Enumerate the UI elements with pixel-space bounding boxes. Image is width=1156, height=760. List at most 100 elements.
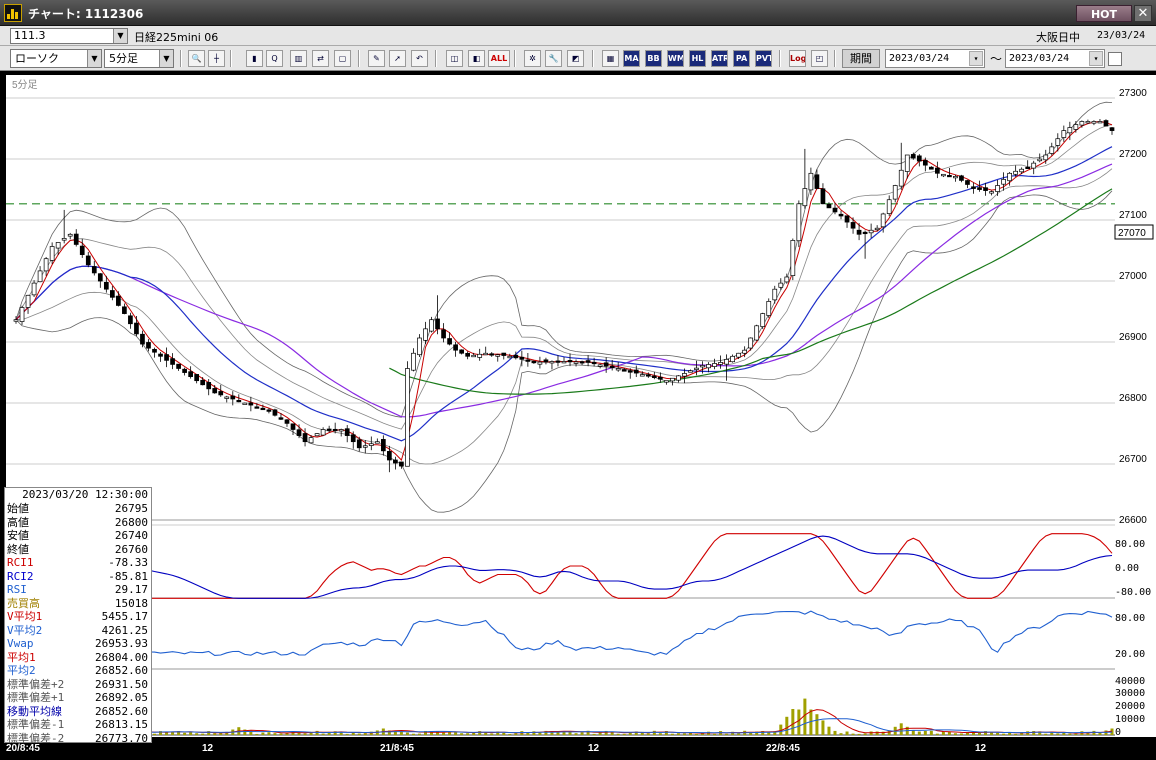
- candle-body: [676, 375, 681, 381]
- crosshair-icon[interactable]: ┼: [208, 50, 225, 67]
- candle-body: [296, 429, 302, 436]
- volume-bar: [357, 733, 361, 735]
- candle-body: [182, 368, 187, 373]
- cursor-icon[interactable]: ➚: [389, 50, 406, 67]
- volume-bar: [303, 733, 307, 735]
- candle-narrow-icon[interactable]: ◫: [446, 50, 463, 67]
- candle-body: [904, 154, 910, 172]
- candle-body: [591, 361, 597, 365]
- timeframe-select[interactable]: 5分足 ▼: [104, 49, 174, 68]
- calendar-dropdown-icon[interactable]: ▾: [1089, 51, 1103, 66]
- undo-icon[interactable]: ↶: [411, 50, 428, 67]
- volume-bar: [1044, 733, 1048, 735]
- chevron-down-icon[interactable]: ▼: [159, 50, 173, 67]
- candle-body: [778, 282, 784, 288]
- candle-body: [1049, 146, 1055, 154]
- volume-bar: [502, 732, 506, 735]
- candle-body: [362, 445, 368, 448]
- date-to-field[interactable]: 2023/03/24 ▾: [1005, 49, 1105, 68]
- candle-body: [947, 174, 952, 178]
- log-button[interactable]: Log: [789, 50, 806, 67]
- volume-bar: [658, 733, 662, 735]
- calendar-dropdown-icon[interactable]: ▾: [969, 51, 983, 66]
- volume-bar: [363, 733, 367, 735]
- chevron-down-icon[interactable]: ▼: [113, 29, 127, 43]
- candle-body: [772, 288, 778, 301]
- range-tilde: ～: [990, 52, 1003, 66]
- candle-body: [19, 307, 25, 322]
- chart-plot-area: [6, 75, 1115, 737]
- volume-bar: [273, 733, 277, 735]
- date-range-checkbox[interactable]: [1108, 52, 1122, 66]
- compare-icon[interactable]: ⇄: [312, 50, 329, 67]
- candle-body: [441, 329, 446, 339]
- info-label: 高値: [7, 515, 29, 529]
- pa-button[interactable]: PA: [733, 50, 750, 67]
- candle-body: [501, 352, 507, 356]
- candle-body: [579, 361, 585, 364]
- window-split-icon[interactable]: ◰: [811, 50, 828, 67]
- candle-body: [254, 406, 260, 409]
- bar-chart-icon[interactable]: ▥: [290, 50, 307, 67]
- close-icon[interactable]: ✕: [1134, 5, 1152, 22]
- candle-body: [639, 374, 645, 377]
- chevron-down-icon[interactable]: ▼: [87, 50, 101, 67]
- candle-body: [1085, 121, 1091, 124]
- candle-body: [682, 373, 687, 377]
- symbol-code-select[interactable]: 111.3 ▼: [10, 28, 128, 44]
- hl-button[interactable]: HL: [689, 50, 706, 67]
- chart-canvas[interactable]: 5分足 27300 27200 27100 27000 26900 26800 …: [0, 71, 1156, 760]
- wrench-icon[interactable]: 🔧: [545, 50, 562, 67]
- candle-body: [543, 359, 549, 363]
- zoom-icon[interactable]: 🔍: [188, 50, 205, 67]
- volume-bar: [411, 733, 415, 735]
- candle-body: [465, 352, 470, 357]
- pencil-icon[interactable]: ✎: [368, 50, 385, 67]
- candle-body: [483, 352, 489, 356]
- search-chart-icon[interactable]: Q: [266, 50, 283, 67]
- volume-bar: [1086, 733, 1090, 735]
- candle-body: [609, 365, 615, 369]
- candle-wide-icon[interactable]: ◧: [468, 50, 485, 67]
- period-button[interactable]: 期間: [842, 49, 880, 68]
- price-tick: 27100: [1119, 210, 1147, 221]
- volume-bar: [153, 733, 157, 735]
- pvt-button[interactable]: PVT: [755, 50, 772, 67]
- volume-bar: [815, 714, 819, 735]
- volume-bar: [694, 733, 698, 735]
- palette-icon[interactable]: ◩: [567, 50, 584, 67]
- candle-body: [724, 359, 729, 365]
- date-from-field[interactable]: 2023/03/24 ▾: [885, 49, 985, 68]
- volume-bar: [929, 730, 933, 735]
- candle-body: [146, 342, 151, 349]
- all-button[interactable]: ALL: [488, 50, 510, 67]
- bb-button[interactable]: BB: [645, 50, 662, 67]
- grid-icon[interactable]: ▦: [602, 50, 619, 67]
- hot-button[interactable]: HOT: [1076, 5, 1132, 22]
- candle-body: [489, 353, 495, 356]
- volume-bar: [791, 709, 795, 735]
- gear-icon[interactable]: ✲: [524, 50, 541, 67]
- ma-button[interactable]: MA: [623, 50, 640, 67]
- volume-bar: [1056, 733, 1060, 735]
- info-label: 平均1: [7, 650, 36, 664]
- chart-type-select[interactable]: ローソク ▼: [10, 49, 102, 68]
- wma-button[interactable]: WMA: [667, 50, 684, 67]
- symbol-code-value: 111.3: [14, 29, 46, 42]
- candle-body: [694, 367, 699, 370]
- candle-body: [236, 399, 242, 403]
- volume-bar: [1032, 731, 1036, 735]
- candle-body: [266, 409, 272, 412]
- disabled-tool-icon[interactable]: ▢: [334, 50, 351, 67]
- toolbar-separator: [592, 50, 594, 67]
- info-row: RSI 29.17: [5, 583, 151, 597]
- toolbar-separator: [435, 50, 437, 67]
- info-row: 標準偏差-2 26773.70: [5, 732, 151, 746]
- candle-icon[interactable]: ▮: [246, 50, 263, 67]
- volume-bar: [875, 731, 879, 735]
- volume-bar: [622, 733, 626, 735]
- atr-button[interactable]: ATR: [711, 50, 728, 67]
- chart-type-value: ローソク: [15, 52, 59, 65]
- volume-bar: [797, 709, 801, 735]
- volume-bar: [574, 733, 578, 735]
